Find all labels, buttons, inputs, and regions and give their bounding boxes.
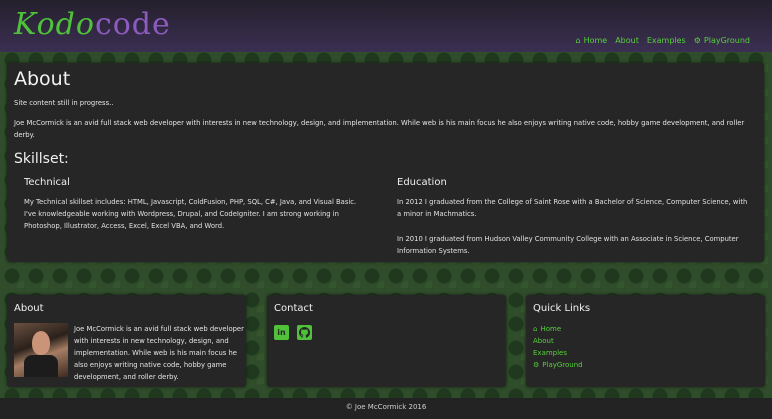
linkedin-icon[interactable]: in [274, 325, 289, 340]
footer-contact-panel: Contact in [267, 295, 506, 387]
nav-playground-label: PlayGround [703, 36, 750, 45]
education-text-2: In 2010 I graduated from Hudson Valley C… [397, 235, 739, 255]
gears-icon: ⚙ [693, 36, 701, 45]
about-panel: About Site content still in progress.. J… [7, 63, 764, 262]
quicklink-home[interactable]: ⌂ Home [533, 323, 583, 335]
avatar-face [32, 331, 50, 355]
github-glyph [299, 327, 310, 338]
quicklink-examples[interactable]: Examples [533, 347, 583, 359]
quicklink-playground[interactable]: ⚙ PlayGround [533, 359, 583, 371]
avatar-shirt [24, 355, 58, 377]
nav-home-label: Home [583, 36, 608, 45]
home-icon: ⌂ [575, 36, 581, 45]
main-nav: ⌂ Home About Examples ⚙ PlayGround [575, 36, 750, 45]
quicklink-playground-label: PlayGround [542, 361, 583, 369]
footer-bio: Joe McCormick is an avid full stack web … [74, 325, 244, 381]
quicklink-about[interactable]: About [533, 335, 583, 347]
site-logo[interactable]: Kodocode [14, 6, 171, 44]
copyright-text: © Joe McCormick 2016 [345, 403, 427, 411]
home-icon: ⌂ [533, 325, 538, 333]
footer-about-heading: About [14, 303, 44, 314]
logo-part-code: code [94, 7, 171, 42]
footer-contact-heading: Contact [274, 303, 313, 314]
education-heading: Education [397, 177, 447, 188]
gears-icon: ⚙ [533, 361, 540, 369]
intro-text: Joe McCormick is an avid full stack web … [14, 119, 745, 139]
nav-examples[interactable]: Examples [647, 36, 686, 45]
skillset-heading: Skillset: [14, 151, 69, 167]
social-links: in [274, 325, 312, 340]
nav-playground[interactable]: ⚙ PlayGround [694, 36, 750, 45]
footer-about-panel: About Joe McCormick is an avid full stac… [7, 295, 246, 387]
quick-links-list: ⌂ Home About Examples ⚙ PlayGround [533, 323, 583, 371]
footer-quicklinks-panel: Quick Links ⌂ Home About Examples ⚙ PlayGr… [526, 295, 765, 387]
logo-part-kodo: Kodo [14, 7, 95, 42]
education-text-1: In 2012 I graduated from the College of … [397, 198, 748, 218]
site-header: Kodocode ⌂ Home About Examples ⚙ PlayGroun… [0, 0, 772, 52]
footer-quicklinks-heading: Quick Links [533, 303, 591, 314]
technical-heading: Technical [24, 177, 70, 188]
avatar [14, 323, 68, 377]
bottom-bar: © Joe McCormick 2016 [0, 398, 772, 419]
nav-about[interactable]: About [615, 36, 639, 45]
quicklink-home-label: Home [540, 325, 562, 333]
progress-note: Site content still in progress.. [14, 99, 114, 107]
technical-text: My Technical skillset includes: HTML, Ja… [24, 198, 357, 230]
page-title: About [14, 68, 71, 90]
github-icon[interactable] [297, 325, 312, 340]
nav-home[interactable]: ⌂ Home [575, 36, 607, 45]
